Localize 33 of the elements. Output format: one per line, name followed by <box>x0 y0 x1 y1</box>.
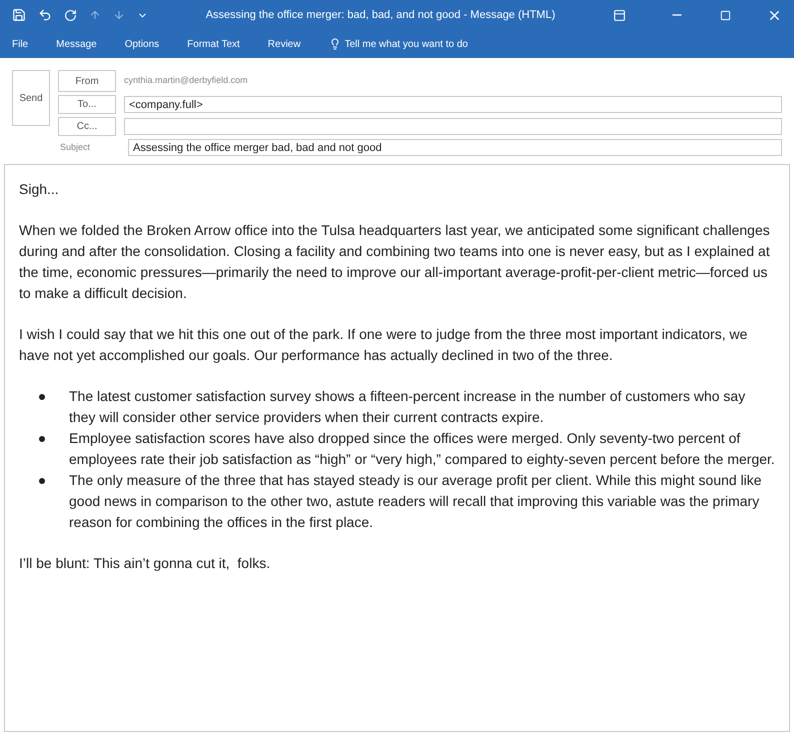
body-paragraph: When we folded the Broken Arrow office into the Tulsa headquarters last year, we anticipated some significant challenges during and after the consolidation. Closing a facility and combining two teams into one is never easy, but as I explained at the time, economic pressures—primarily the need to improve our all-important average-profit-per-client metric—forced us to make a difficult decision. <box>19 221 771 303</box>
from-address: cynthia.martin@derbyfield.com <box>124 74 248 88</box>
from-button[interactable]: From <box>58 70 116 92</box>
ribbon-tab[interactable]: Options <box>124 32 160 56</box>
save-icon[interactable] <box>12 8 26 22</box>
window-title: Assessing the office merger: bad, bad, and not good - Message (HTML) <box>204 8 556 23</box>
bullet-text: Employee satisfaction scores have also dropped since the offices were merged. Only seventy-two percent of employees rate their job satisfaction as “high” or “very high,” compared to eighty-seven percent before the merger. <box>69 429 775 469</box>
bullet-icon <box>39 394 45 400</box>
bullet-text: The only measure of the three that has stayed steady is our average profit per client. While this might sound like good news in comparison to the other two, astute readers will recall that improving this variable was the primary reason for combining the offices in the first place. <box>69 471 763 532</box>
lightbulb-icon <box>328 38 341 50</box>
ribbon-tab[interactable]: Message <box>56 32 97 56</box>
cc-field[interactable] <box>124 118 782 135</box>
ribbon-tab[interactable]: Review <box>268 32 301 56</box>
body-paragraph: I wish I could say that we hit this one out of the park. If one were to judge from the three most important indicators, we have not yet accomplished our goals. Our performance has actually declined in two of the three. <box>19 325 748 365</box>
bullet-text: The latest customer satisfaction survey shows a fifteen-percent increase in the number of customers who say they will consider other service providers when their current contracts expire. <box>69 387 746 427</box>
bullet-icon <box>39 436 45 442</box>
ribbon-tab[interactable]: File <box>12 32 28 56</box>
greeting: Sigh... <box>19 180 60 199</box>
subject-field[interactable]: Assessing the office merger bad, bad and not good <box>128 139 782 156</box>
cc-button[interactable]: Cc... <box>58 117 116 136</box>
bullet-icon <box>39 478 45 484</box>
closing-line: I’ll be blunt: This ain’t gonna cut it, folks. <box>19 554 272 573</box>
undo-icon[interactable] <box>38 8 52 22</box>
redo-icon[interactable] <box>64 8 77 22</box>
to-button[interactable]: To... <box>58 95 116 114</box>
send-button[interactable]: Send <box>12 70 50 126</box>
to-field[interactable]: <company.full> <box>124 96 782 113</box>
ribbon-tab[interactable]: Format Text <box>187 32 240 56</box>
tell-me-field[interactable]: Tell me what you want to do <box>328 36 525 52</box>
subject-label: Subject <box>59 140 92 154</box>
message-body[interactable] <box>4 164 790 732</box>
maximize-icon[interactable] <box>720 10 731 20</box>
ribbon-display-icon[interactable] <box>613 8 626 22</box>
